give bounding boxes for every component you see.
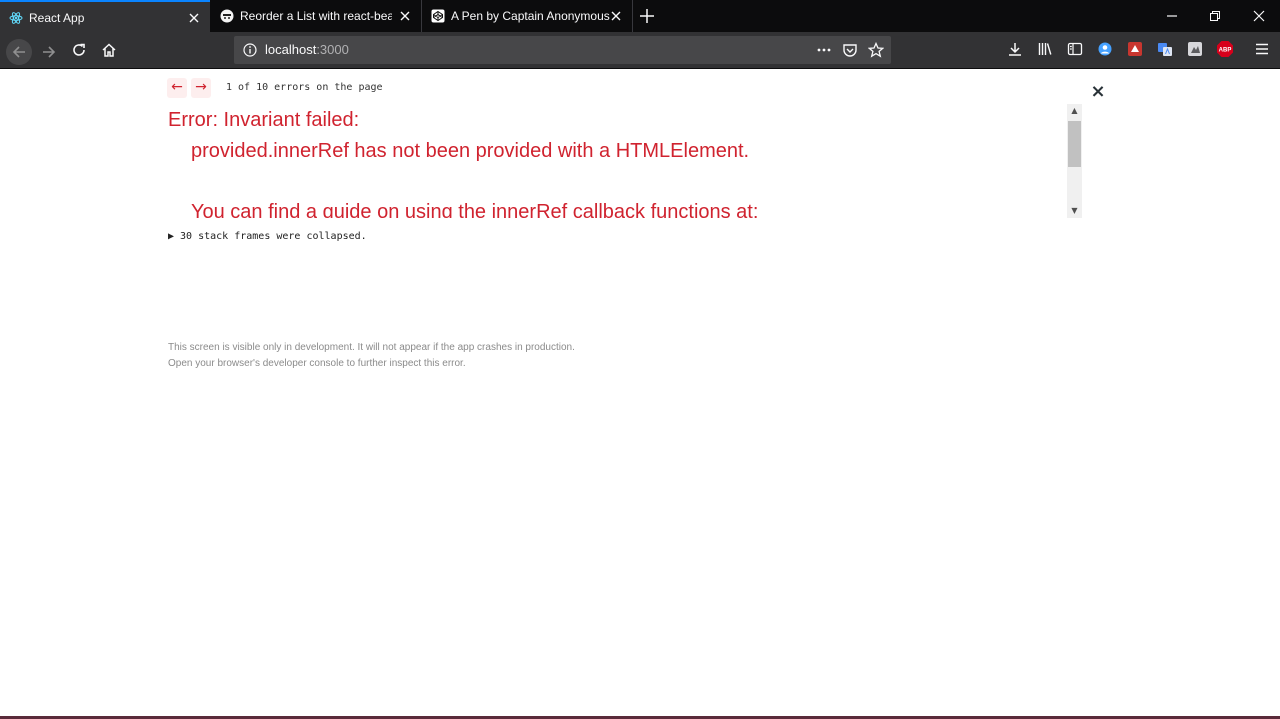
pocket-icon[interactable] (842, 42, 858, 58)
error-scrollbar[interactable]: ▲ ▼ (1067, 104, 1082, 218)
tab-title: A Pen by Captain Anonymous (451, 9, 610, 23)
url-port: :3000 (316, 42, 349, 57)
home-icon[interactable] (98, 39, 120, 61)
url-text[interactable]: localhost:3000 (265, 36, 349, 64)
close-tab-icon[interactable] (609, 9, 623, 23)
bookmark-star-icon[interactable] (868, 42, 884, 58)
info-icon[interactable] (242, 42, 258, 58)
back-arrow-icon[interactable] (6, 39, 32, 65)
minimize-icon[interactable] (1164, 8, 1180, 24)
error-message-line: provided.innerRef has not been provided … (191, 140, 750, 162)
sidebar-icon[interactable] (1066, 40, 1084, 58)
tab-title: Reorder a List with react-beautiful-dnd (240, 9, 392, 23)
codepen-icon (431, 9, 445, 23)
reload-icon[interactable] (68, 39, 90, 61)
scroll-down-arrow-icon[interactable]: ▼ (1067, 204, 1082, 218)
forward-arrow-icon[interactable] (38, 41, 60, 63)
address-bar[interactable]: localhost:3000 (234, 36, 891, 64)
translate-extension-icon[interactable] (1156, 40, 1174, 58)
dev-footer-note: Open your browser's developer console to… (168, 358, 466, 369)
page-actions-icon[interactable] (816, 42, 832, 58)
extension-red-icon[interactable] (1126, 40, 1144, 58)
error-message-line: You can find a guide on using the innerR… (191, 201, 759, 218)
scroll-up-arrow-icon[interactable]: ▲ (1067, 104, 1082, 118)
downloads-icon[interactable] (1006, 40, 1024, 58)
tab-title: React App (29, 11, 85, 25)
close-window-icon[interactable] (1251, 8, 1267, 24)
restore-icon[interactable] (1207, 8, 1223, 24)
scrollbar-thumb[interactable] (1068, 121, 1081, 167)
error-count: 1 of 10 errors on the page (226, 82, 383, 93)
next-error-button[interactable]: → (191, 78, 211, 98)
error-title: Error: Invariant failed: (168, 109, 360, 131)
navigation-toolbar: localhost:3000 ABP (0, 32, 1280, 69)
svg-text:ABP: ABP (1219, 48, 1232, 54)
egghead-icon (220, 9, 234, 23)
close-overlay-button[interactable]: × (1090, 83, 1106, 101)
error-navigation: ← → (167, 78, 211, 98)
extension-grey-icon[interactable] (1186, 40, 1204, 58)
library-icon[interactable] (1036, 40, 1054, 58)
account-icon[interactable] (1096, 40, 1114, 58)
tab-react-app[interactable]: React App (0, 0, 210, 32)
tab-separator (632, 0, 633, 32)
close-tab-icon[interactable] (187, 11, 201, 25)
close-tab-icon[interactable] (398, 9, 412, 23)
url-host: localhost (265, 42, 317, 57)
new-tab-icon[interactable] (638, 7, 656, 25)
tab-strip: React App Reorder a List with react-beau… (0, 0, 1280, 32)
hamburger-menu-icon[interactable] (1253, 40, 1271, 58)
error-message-box[interactable]: Error: Invariant failed: provided.innerR… (167, 104, 1067, 218)
react-logo-icon (9, 11, 23, 25)
previous-error-button[interactable]: ← (167, 78, 187, 98)
dev-footer-note: This screen is visible only in developme… (168, 342, 575, 353)
tab-codepen[interactable]: A Pen by Captain Anonymous (422, 0, 632, 32)
stack-frames-toggle[interactable]: ▶ 30 stack frames were collapsed. (168, 231, 367, 242)
adblock-plus-icon[interactable]: ABP (1216, 40, 1234, 58)
tab-reorder-list[interactable]: Reorder a List with react-beautiful-dnd (211, 0, 421, 32)
